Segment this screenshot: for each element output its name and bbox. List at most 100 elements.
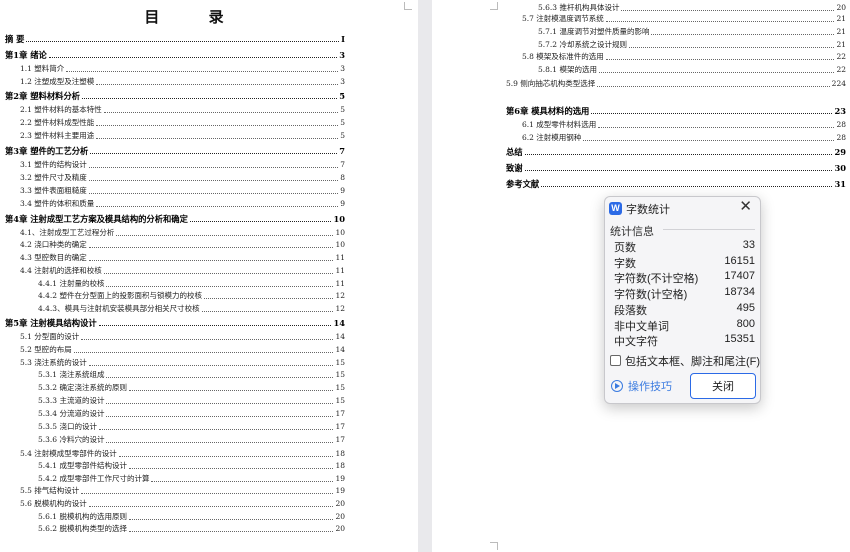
toc-entry-label: 5.4.2 成型零部件工作尺寸的计算 — [38, 474, 150, 483]
include-textbox-footnotes-label[interactable]: 包括文本框、脚注和尾注(F) — [625, 353, 760, 369]
toc-entry[interactable]: 5.4.1 成型零部件结构设计 18 — [38, 459, 345, 471]
toc-entry[interactable]: 2.1 塑件材料的基本特性 5 — [20, 103, 345, 115]
toc-entry-page: 12 — [335, 291, 345, 300]
operation-tips-link[interactable]: 操作技巧 — [628, 378, 672, 394]
toc-entry[interactable]: 5.4 注射模成型零部件的设计 18 — [20, 447, 345, 459]
toc-leader-dots — [106, 403, 334, 404]
toc-entry[interactable]: 5.6.1 脱模机构的选用原则 20 — [38, 510, 345, 522]
toc-entry-page: 21 — [836, 40, 846, 49]
toc-chapter-entry[interactable]: 摘 要I — [5, 32, 345, 44]
toc-leader-dots — [203, 298, 334, 299]
toc-entry[interactable]: 3.4 塑件的体积和质量 9 — [20, 197, 345, 209]
close-icon[interactable]: ✕ — [739, 199, 752, 215]
toc-leader-dots — [524, 170, 833, 171]
toc-entry[interactable]: 5.3.3 主流道的设计 15 — [38, 394, 345, 406]
toc-entry-page: 18 — [335, 449, 345, 458]
toc-entry[interactable]: 6.1 成型零件材料选用 28 — [522, 118, 846, 130]
toc-entry[interactable]: 2.2 塑件材料成型性能 5 — [20, 116, 345, 128]
toc-leader-dots — [591, 113, 833, 114]
toc-entry-page: 10 — [333, 214, 345, 224]
toc-chapter-entry[interactable]: 参考文献 31 — [506, 177, 846, 189]
toc-entry-label: 5.2 型腔的布局 — [20, 345, 72, 354]
toc-entry[interactable]: 5.3.6 冷料穴的设计 17 — [38, 433, 345, 445]
toc-entry-label: 5.7.2 冷却系统之设计规则 — [538, 40, 627, 49]
toc-entry-page: 7 — [340, 160, 345, 169]
toc-entry-page: 28 — [836, 133, 846, 142]
toc-entry-page: 21 — [836, 27, 846, 36]
stat-row: 段落数 495 — [614, 302, 755, 318]
toc-leader-dots — [98, 429, 334, 430]
toc-chapter-entry[interactable]: 第4章 注射成型工艺方案及模具结构的分析和确定 10 — [5, 212, 345, 224]
toc-entry-label: 5.3.5 浇口的设计 — [38, 422, 97, 431]
toc-entry[interactable]: 5.6.2 脱模机构类型的选择 20 — [38, 522, 345, 534]
toc-entry[interactable]: 5.8 模架及标准件的选用 22 — [522, 50, 846, 62]
toc-entry[interactable]: 5.2 型腔的布局 14 — [20, 343, 345, 355]
toc-chapter-entry[interactable]: 第1章 绪论 3 — [5, 48, 345, 60]
toc-entry[interactable]: 5.9 侧向抽芯机构类型选择 224 — [506, 77, 846, 89]
toc-entry[interactable]: 5.3.2 确定浇注系统的原则 15 — [38, 381, 345, 393]
toc-entry[interactable]: 6.2 注射模用钢种 28 — [522, 131, 846, 143]
toc-entry[interactable]: 2.3 塑件材料主要用途 5 — [20, 129, 345, 141]
toc-entry-page: 21 — [836, 14, 846, 23]
toc-entry[interactable]: 3.2 塑件尺寸及精度 8 — [20, 171, 345, 183]
toc-entry[interactable]: 1.2 注塑成型及注塑模 3 — [20, 75, 345, 87]
toc-entry[interactable]: 1.1 塑料简介 3 — [20, 62, 345, 74]
toc-entry[interactable]: 5.1 分型面的设计 14 — [20, 330, 345, 342]
toc-leader-dots — [605, 21, 835, 22]
include-textbox-footnotes-checkbox[interactable] — [610, 355, 621, 366]
toc-chapter-entry[interactable]: 第3章 塑件的工艺分析 7 — [5, 144, 345, 156]
toc-entry[interactable]: 4.4 注射机的选择和校核 11 — [20, 264, 345, 276]
toc-entry-page: 5 — [340, 105, 345, 114]
toc-entry[interactable]: 3.1 塑件的结构设计 7 — [20, 158, 345, 170]
toc-leader-dots — [66, 71, 339, 72]
toc-entry-label: 总结 — [506, 147, 523, 157]
toc-entry-label: 5.9 侧向抽芯机构类型选择 — [506, 79, 596, 88]
toc-entry[interactable]: 5.5 排气结构设计 19 — [20, 484, 345, 496]
toc-entry[interactable]: 4.4.1 注射量的校核 11 — [38, 277, 345, 289]
toc-leader-dots — [96, 138, 339, 139]
toc-entry[interactable]: 5.7 注射模温度调节系统 21 — [522, 12, 846, 24]
toc-entry[interactable]: 5.8.1 模架的选用 22 — [538, 63, 846, 75]
toc-entry-label: 第6章 模具材料的选用 — [506, 106, 590, 116]
toc-entry-page: 10 — [335, 240, 345, 249]
toc-entry[interactable]: 4.2 浇口种类的确定 10 — [20, 238, 345, 250]
play-circle-icon[interactable] — [611, 380, 623, 392]
toc-entry-page: 30 — [834, 163, 846, 173]
toc-entry[interactable]: 4.3 型腔数目的确定 11 — [20, 251, 345, 263]
toc-entry[interactable]: 5.3.4 分流道的设计 17 — [38, 407, 345, 419]
toc-entry[interactable]: 4.4.3、模具与注射机安装模具部分相关尺寸校核 12 — [38, 302, 345, 314]
toc-entry[interactable]: 4.4.2 塑件在分型面上的投影面积与锁模力的校核 12 — [38, 289, 345, 301]
toc-entry[interactable]: 3.3 塑件表面粗糙度 9 — [20, 184, 345, 196]
toc-entry-label: 6.2 注射模用钢种 — [522, 133, 582, 142]
toc-entry[interactable]: 5.6 脱模机构的设计 20 — [20, 497, 345, 509]
toc-entry[interactable]: 5.3.1 浇注系统组成 15 — [38, 368, 345, 380]
toc-entry[interactable]: 5.7.2 冷却系统之设计规则 21 — [538, 38, 846, 50]
toc-entry-page: 11 — [335, 253, 345, 262]
toc-leader-dots — [96, 125, 339, 126]
toc-entry[interactable]: 5.3.5 浇口的设计 17 — [38, 420, 345, 432]
toc-entry[interactable]: 4.1、注射成型工艺过程分析 10 — [20, 226, 345, 238]
toc-chapter-entry[interactable]: 第6章 模具材料的选用 23 — [506, 104, 846, 116]
toc-chapter-entry[interactable]: 总结 29 — [506, 145, 846, 157]
toc-entry-label: 4.4.2 塑件在分型面上的投影面积与锁模力的校核 — [38, 291, 202, 300]
toc-entry[interactable]: 5.3 浇注系统的设计 15 — [20, 356, 345, 368]
toc-entry-page: 10 — [335, 228, 345, 237]
dialog-title-bar[interactable]: W 字数统计 ✕ — [605, 197, 760, 219]
toc-entry-page: 9 — [340, 186, 345, 195]
word-count-dialog[interactable]: W 字数统计 ✕ 统计信息 页数 33 字数 16151 字符数(不计空格) 17407 字… — [604, 196, 761, 404]
close-button[interactable]: 关闭 — [690, 373, 756, 399]
toc-chapter-entry[interactable]: 第2章 塑料材料分析 5 — [5, 89, 345, 101]
toc-entry[interactable]: 5.4.2 成型零部件工作尺寸的计算 19 — [38, 472, 345, 484]
toc-leader-dots — [106, 377, 334, 378]
stat-label: 字符数(计空格) — [614, 289, 688, 302]
toc-leader-dots — [48, 57, 338, 58]
toc-leader-dots — [90, 153, 338, 154]
toc-entry-label: 5.3.2 确定浇注系统的原则 — [38, 383, 127, 392]
toc-chapter-entry[interactable]: 第5章 注射模具结构设计 14 — [5, 316, 345, 328]
toc-chapter-entry[interactable]: 致谢 30 — [506, 161, 846, 173]
toc-entry-label: 5.6 脱模机构的设计 — [20, 499, 87, 508]
toc-entry-page: 15 — [335, 370, 345, 379]
toc-entry-page: 17 — [335, 409, 345, 418]
toc-entry[interactable]: 5.7.1 温度调节对塑件质量的影响 21 — [538, 25, 846, 37]
toc-entry-label: 5.8 模架及标准件的选用 — [522, 52, 604, 61]
